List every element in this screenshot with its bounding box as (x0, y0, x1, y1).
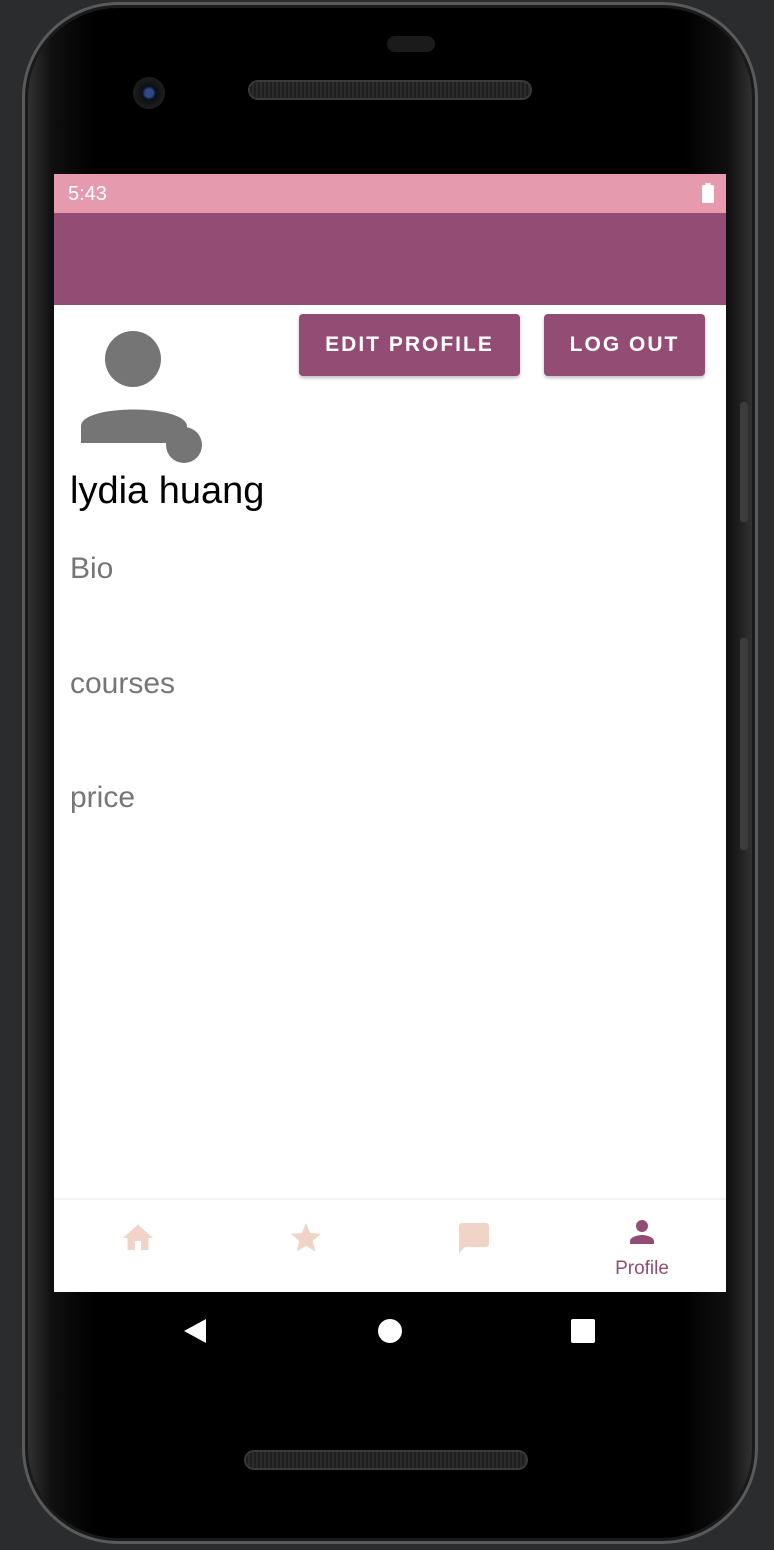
edit-profile-button[interactable]: EDIT PROFILE (299, 314, 520, 376)
person-icon (630, 1220, 654, 1244)
nav-label-profile: Profile (615, 1258, 669, 1279)
power-button (740, 402, 748, 522)
user-name: lydia huang (70, 470, 265, 512)
front-camera (133, 77, 165, 109)
back-icon[interactable] (182, 1318, 208, 1344)
bottom-navigation: Profile (54, 1198, 726, 1292)
status-time: 5:43 (68, 183, 107, 205)
log-out-button[interactable]: LOG OUT (544, 314, 705, 376)
app-screen: 5:43 EDIT PROFILE LOG OUT lydia huang Bi… (54, 174, 726, 1292)
volume-rocker (740, 638, 748, 850)
recents-icon[interactable] (571, 1319, 595, 1343)
chat-icon (459, 1223, 489, 1253)
bio-field: Bio (70, 552, 114, 585)
home-circle-icon[interactable] (378, 1319, 402, 1343)
home-icon (123, 1224, 153, 1250)
system-navigation-bar (54, 1292, 726, 1370)
account-circle-icon (81, 331, 202, 463)
courses-field: courses (70, 667, 176, 700)
nav-item-home[interactable] (54, 1200, 222, 1292)
bottom-speaker (246, 1452, 526, 1468)
nav-item-profile[interactable]: Profile (558, 1200, 726, 1292)
earpiece-speaker (250, 82, 530, 98)
app-bar (54, 213, 726, 305)
nav-item-messages[interactable] (390, 1200, 558, 1292)
proximity-sensor (387, 36, 435, 52)
price-field: price (70, 781, 136, 814)
battery-icon (702, 183, 714, 203)
nav-item-favorites[interactable] (222, 1200, 390, 1292)
star-icon (291, 1223, 321, 1252)
status-bar: 5:43 (54, 174, 726, 213)
